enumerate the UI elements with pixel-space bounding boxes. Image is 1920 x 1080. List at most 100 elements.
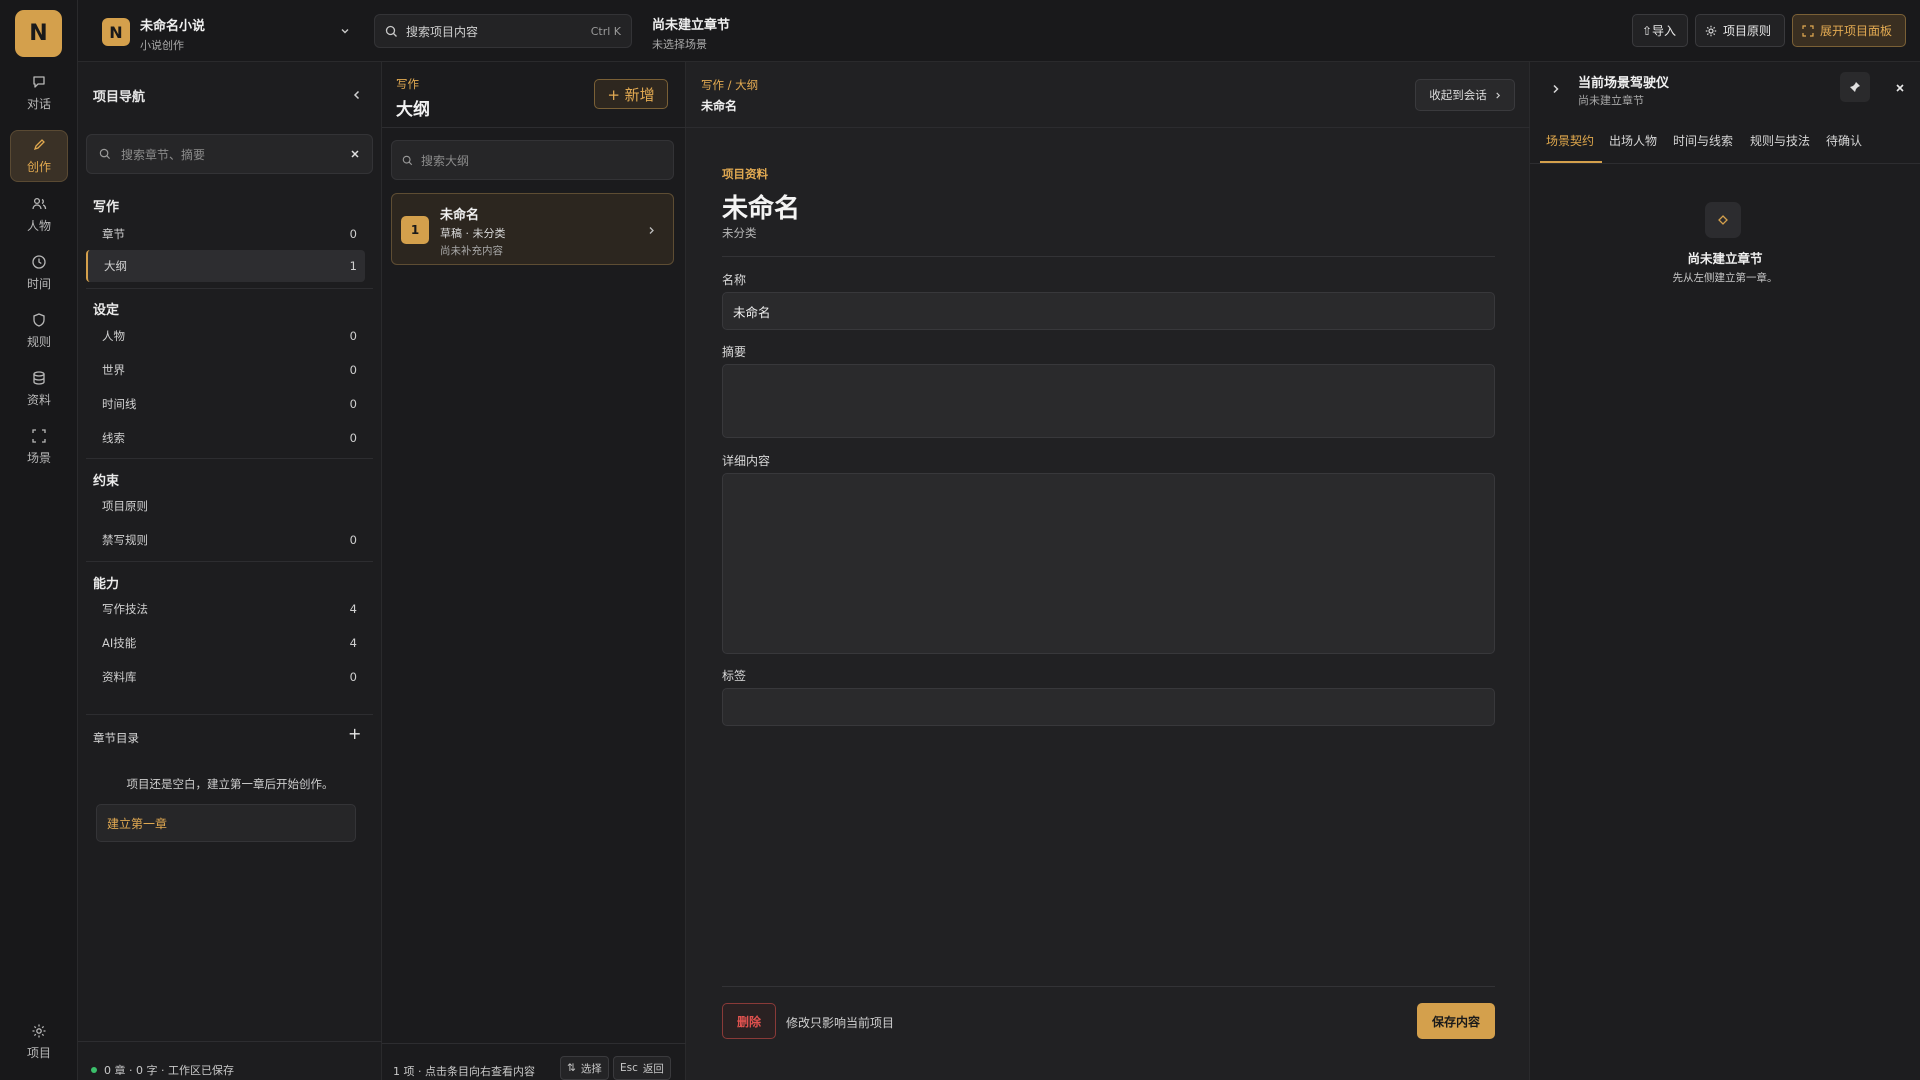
divider: [722, 986, 1495, 987]
tab-pending[interactable]: 待确认: [1826, 132, 1862, 149]
nav-item-chapters[interactable]: 章节 0: [86, 218, 365, 250]
pin-button[interactable]: [1840, 72, 1870, 102]
nav-item-world[interactable]: 世界 0: [86, 354, 365, 386]
database-icon: [33, 371, 45, 385]
chevron-right-icon[interactable]: [1552, 84, 1559, 94]
nav-item-forbidden-rules[interactable]: 禁写规则 0: [86, 524, 365, 556]
section-title-abilities: 能力: [93, 577, 120, 592]
sun-icon: [1705, 25, 1717, 36]
chevron-down-icon[interactable]: [340, 27, 350, 35]
nav-item-library[interactable]: 资料库 0: [86, 661, 365, 693]
project-switcher[interactable]: 未命名小说 小说创作: [140, 15, 205, 53]
chevron-right-icon: [649, 227, 654, 234]
section-title-constraints: 约束: [93, 474, 120, 489]
empty-state-title: 尚未建立章节: [1687, 251, 1763, 266]
nav-item-label: 项目原则: [102, 499, 148, 513]
delete-button[interactable]: 删除: [722, 1003, 776, 1039]
delete-label: 删除: [736, 1014, 761, 1029]
rail-item-rules[interactable]: 规则: [10, 305, 68, 357]
nav-item-timeline[interactable]: 时间线 0: [86, 388, 365, 420]
expand-icon: [1802, 24, 1814, 37]
name-value: 未命名: [733, 304, 771, 320]
tab-time-clues[interactable]: 时间与线索: [1673, 132, 1733, 149]
outline-editor: 写作 / 大纲 未命名 收起到会话 项目资料 未命名 未分类 名称 未命名 摘要…: [686, 62, 1530, 1080]
shield-icon: [33, 313, 45, 327]
page-title: 未命名: [722, 194, 801, 224]
save-button[interactable]: 保存内容: [1417, 1003, 1495, 1039]
back-hint: Esc 返回: [613, 1056, 671, 1080]
nav-title: 项目导航: [93, 90, 146, 105]
project-principles-button[interactable]: 项目原则: [1695, 14, 1785, 47]
save-label: 保存内容: [1431, 1014, 1480, 1029]
principles-label: 项目原则: [1723, 24, 1772, 38]
tab-scene-contract[interactable]: 场景契约: [1546, 132, 1594, 149]
select-key: ⇅: [567, 1062, 576, 1074]
detail-textarea[interactable]: [722, 473, 1495, 654]
top-bar: N 未命名小说 小说创作 搜索项目内容 Ctrl K 尚未建立章节 未选择场景 …: [78, 0, 1920, 62]
divider: [722, 256, 1495, 257]
nav-item-label: 禁写规则: [102, 533, 148, 547]
nav-item-count: 0: [349, 533, 357, 547]
rail-label: 项目: [26, 1046, 51, 1060]
toc-add-button[interactable]: +: [348, 724, 361, 743]
search-icon: [99, 148, 111, 160]
chapter-title: 尚未建立章节: [652, 18, 731, 33]
rail-item-chat[interactable]: 对话: [10, 67, 68, 119]
nav-search-input[interactable]: 搜索章节、摘要: [86, 134, 373, 174]
pencil-icon: [33, 139, 45, 151]
project-badge[interactable]: N: [102, 18, 130, 46]
rail-item-project[interactable]: 项目: [10, 1016, 68, 1068]
select-hint-label: 选择: [580, 1062, 602, 1075]
rail-item-materials[interactable]: 资料: [10, 363, 68, 415]
nav-item-principles[interactable]: 项目原则: [86, 490, 365, 522]
summary-textarea[interactable]: [722, 364, 1495, 438]
nav-item-characters[interactable]: 人物 0: [86, 320, 365, 352]
app-logo[interactable]: N: [15, 10, 62, 57]
toc-title: 章节目录: [93, 731, 139, 745]
rail-item-time[interactable]: 时间: [10, 247, 68, 299]
tags-field[interactable]: [722, 688, 1495, 726]
clear-icon[interactable]: [350, 149, 360, 159]
nav-item-label: 写作技法: [102, 602, 148, 616]
nav-item-writing-techniques[interactable]: 写作技法 4: [86, 593, 365, 625]
outline-search-input[interactable]: 搜索大纲: [391, 140, 674, 180]
nav-item-count: 4: [349, 602, 357, 616]
name-field[interactable]: 未命名: [722, 292, 1495, 330]
add-outline-button[interactable]: + 新增: [594, 79, 668, 109]
expand-panel-button[interactable]: 展开项目面板: [1792, 14, 1906, 47]
nav-item-count: 1: [349, 259, 357, 273]
list-footer-count: 1 项 · 点击条目向右查看内容: [393, 1065, 535, 1078]
nav-item-clues[interactable]: 线索 0: [86, 422, 365, 454]
chevron-left-icon[interactable]: [353, 90, 361, 100]
divider: [78, 1041, 382, 1042]
rail-label: 场景: [26, 451, 51, 465]
create-first-chapter-button[interactable]: 建立第一章: [96, 804, 356, 842]
list-title: 大纲: [396, 100, 430, 120]
chat-icon: [33, 76, 45, 88]
rail-item-scenes[interactable]: 场景: [10, 421, 68, 473]
import-button[interactable]: ⇧导入: [1632, 14, 1688, 47]
nav-item-outline[interactable]: 大纲 1: [86, 250, 365, 282]
divider: [1530, 163, 1920, 164]
section-label: 项目资料: [722, 167, 768, 181]
editor-breadcrumb[interactable]: 写作 / 大纲: [701, 77, 758, 93]
global-search[interactable]: 搜索项目内容 Ctrl K: [374, 14, 632, 48]
close-icon[interactable]: [1895, 83, 1905, 93]
rail-label: 创作: [26, 160, 51, 174]
collapse-to-chat-button[interactable]: 收起到会话: [1415, 79, 1515, 111]
rail-item-create[interactable]: 创作: [10, 130, 68, 182]
search-placeholder: 搜索项目内容: [406, 24, 479, 39]
detail-label: 详细内容: [722, 454, 771, 468]
tab-characters[interactable]: 出场人物: [1609, 132, 1657, 149]
tab-rules-techniques[interactable]: 规则与技法: [1750, 132, 1810, 149]
collapse-label: 收起到会话: [1429, 88, 1487, 102]
rail-item-characters[interactable]: 人物: [10, 189, 68, 241]
empty-state-icon: [1705, 202, 1741, 238]
list-item[interactable]: 1 未命名 草稿 · 未分类 尚未补充内容: [391, 193, 674, 265]
nav-item-ai-skills[interactable]: AI技能 4: [86, 627, 365, 659]
back-key: Esc: [620, 1062, 638, 1074]
diamond-icon: [1718, 215, 1728, 225]
name-label: 名称: [722, 273, 747, 287]
nav-item-label: 章节: [102, 227, 125, 241]
list-breadcrumb[interactable]: 写作: [396, 76, 419, 92]
